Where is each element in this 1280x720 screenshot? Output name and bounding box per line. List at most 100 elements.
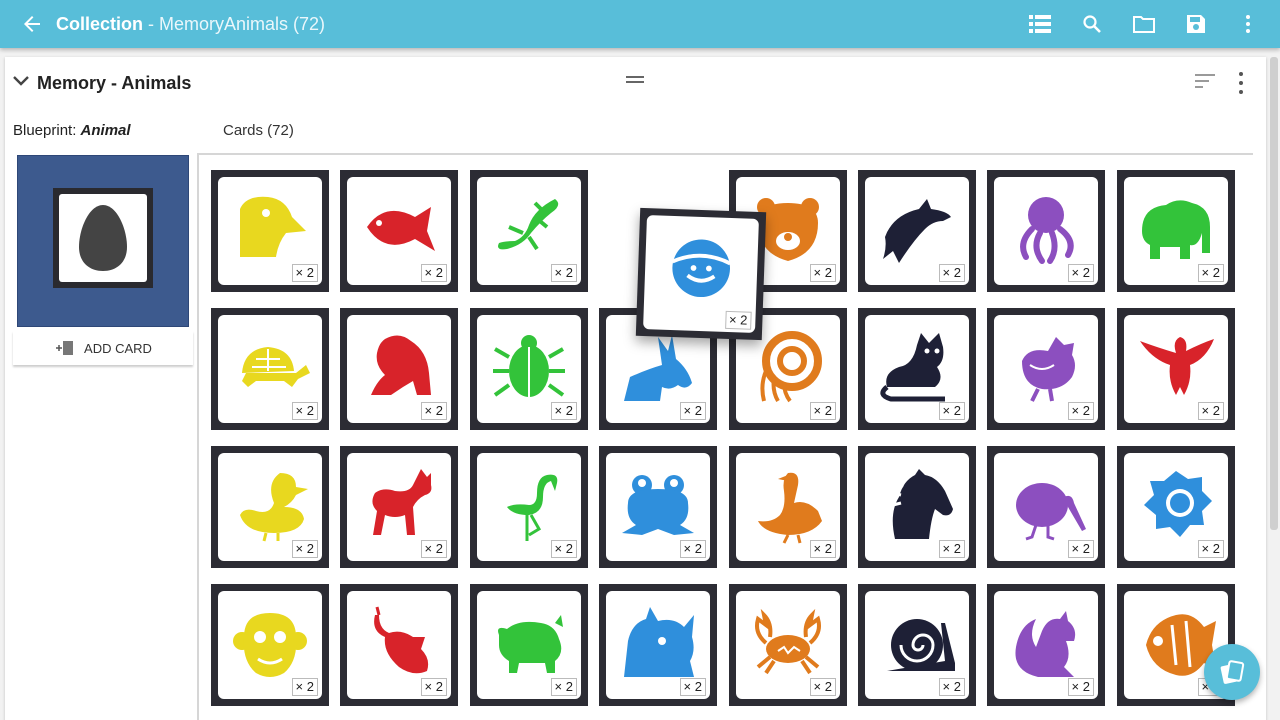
cards-label: Cards (72) [223, 122, 294, 139]
card-squirrel[interactable]: × 2 [987, 584, 1105, 706]
rhino-icon [624, 607, 694, 677]
card-lizard[interactable]: × 2 [470, 170, 588, 292]
blueprint-card[interactable] [17, 155, 189, 327]
lion-icon [1144, 471, 1212, 537]
card-gorilla[interactable]: × 2 [340, 308, 458, 430]
card-count: × 2 [938, 540, 965, 558]
card-face: × 2 [477, 591, 581, 699]
chevron-down-icon[interactable] [11, 71, 31, 91]
card-count: × 2 [291, 264, 318, 282]
card-count: × 2 [291, 678, 318, 696]
blueprint-name: Animal [80, 122, 131, 139]
more-vert-icon[interactable] [1222, 2, 1274, 46]
app-title: Collection - MemoryAnimals (72) [56, 14, 325, 35]
app-bar-actions [1014, 2, 1274, 46]
card-count: × 2 [1197, 540, 1224, 558]
card-count: × 2 [420, 540, 447, 558]
panel-more-icon[interactable] [1231, 72, 1251, 94]
card-beetle[interactable]: × 2 [470, 308, 588, 430]
blueprint-card-frame [53, 188, 153, 288]
card-face: × 2 [347, 177, 451, 285]
card-count: × 2 [1067, 540, 1094, 558]
card-bird-head[interactable]: × 2 [211, 170, 329, 292]
card-face: × 2 [606, 591, 710, 699]
list-view-icon[interactable] [1014, 2, 1066, 46]
card-fish[interactable]: × 2 [340, 170, 458, 292]
card-dolphin[interactable]: × 2 [858, 170, 976, 292]
folder-icon[interactable] [1118, 2, 1170, 46]
blueprint-prefix: Blueprint: [13, 122, 81, 139]
card-face: × 2 [736, 591, 840, 699]
app-bar: Collection - MemoryAnimals (72) [0, 0, 1280, 48]
dragging-card[interactable]: × 2 [635, 207, 767, 341]
card-cat-walking[interactable]: × 2 [340, 446, 458, 568]
card-face: × 2 [643, 215, 759, 333]
goose-icon [758, 472, 822, 544]
card-eagle[interactable]: × 2 [1117, 308, 1235, 430]
card-face: × 2 [347, 453, 451, 561]
panel-header: Memory - Animals [5, 57, 1266, 109]
card-elephant[interactable]: × 2 [1117, 170, 1235, 292]
card-pig[interactable]: × 2 [470, 584, 588, 706]
elephant-icon [1142, 200, 1210, 259]
kiwi-icon [1016, 483, 1086, 541]
card-face: × 2 [218, 177, 322, 285]
save-icon[interactable] [1170, 2, 1222, 46]
crab-icon [755, 608, 821, 675]
card-cat[interactable]: × 2 [858, 308, 976, 430]
card-face: × 2 [606, 453, 710, 561]
card-face: × 2 [994, 591, 1098, 699]
card-crab[interactable]: × 2 [729, 584, 847, 706]
card-face: × 2 [994, 177, 1098, 285]
card-kiwi[interactable]: × 2 [987, 446, 1105, 568]
card-goose[interactable]: × 2 [729, 446, 847, 568]
card-snail[interactable]: × 2 [858, 584, 976, 706]
add-card-button[interactable]: ADD CARD [13, 331, 193, 365]
card-count: × 2 [291, 540, 318, 558]
card-duck[interactable]: × 2 [211, 446, 329, 568]
eagle-icon [1140, 337, 1214, 395]
cards-fab-button[interactable] [1204, 644, 1260, 700]
card-count: × 2 [420, 402, 447, 420]
card-face: × 2 [347, 591, 451, 699]
card-count: × 2 [938, 402, 965, 420]
card-flamingo[interactable]: × 2 [470, 446, 588, 568]
card-count: × 2 [1067, 678, 1094, 696]
drag-handle-icon[interactable] [626, 76, 644, 86]
card-monkey[interactable]: × 2 [211, 584, 329, 706]
cat-icon [880, 333, 945, 402]
card-count: × 2 [1067, 402, 1094, 420]
back-arrow-icon[interactable] [12, 4, 52, 44]
sort-icon[interactable] [1195, 74, 1215, 92]
card-chicken[interactable]: × 2 [987, 308, 1105, 430]
card-mouse[interactable]: × 2 [340, 584, 458, 706]
card-count: × 2 [550, 402, 577, 420]
card-lion[interactable]: × 2 [1117, 446, 1235, 568]
card-count: × 2 [550, 678, 577, 696]
card-face: × 2 [1124, 315, 1228, 423]
card-octopus[interactable]: × 2 [987, 170, 1105, 292]
cat-walking-icon [372, 469, 432, 535]
card-turtle[interactable]: × 2 [211, 308, 329, 430]
card-rhino[interactable]: × 2 [599, 584, 717, 706]
card-count: × 2 [679, 678, 706, 696]
duck-icon [240, 473, 308, 542]
snail-icon [887, 619, 955, 671]
card-face: × 2 [347, 315, 451, 423]
scrollbar[interactable] [1270, 57, 1278, 530]
card-horse-head[interactable]: × 2 [858, 446, 976, 568]
card-face: × 2 [994, 453, 1098, 561]
add-card-icon [56, 341, 74, 355]
search-icon[interactable] [1066, 2, 1118, 46]
pig-icon [498, 615, 563, 673]
squirrel-icon [1015, 611, 1076, 677]
chicken-icon [1022, 337, 1075, 402]
card-face: × 2 [865, 591, 969, 699]
card-face: × 2 [865, 453, 969, 561]
card-count: × 2 [724, 310, 752, 330]
card-frog[interactable]: × 2 [599, 446, 717, 568]
octopus-icon [1020, 197, 1074, 264]
card-count: × 2 [679, 540, 706, 558]
blueprint-card-face [59, 194, 147, 282]
fish-icon [367, 207, 435, 251]
